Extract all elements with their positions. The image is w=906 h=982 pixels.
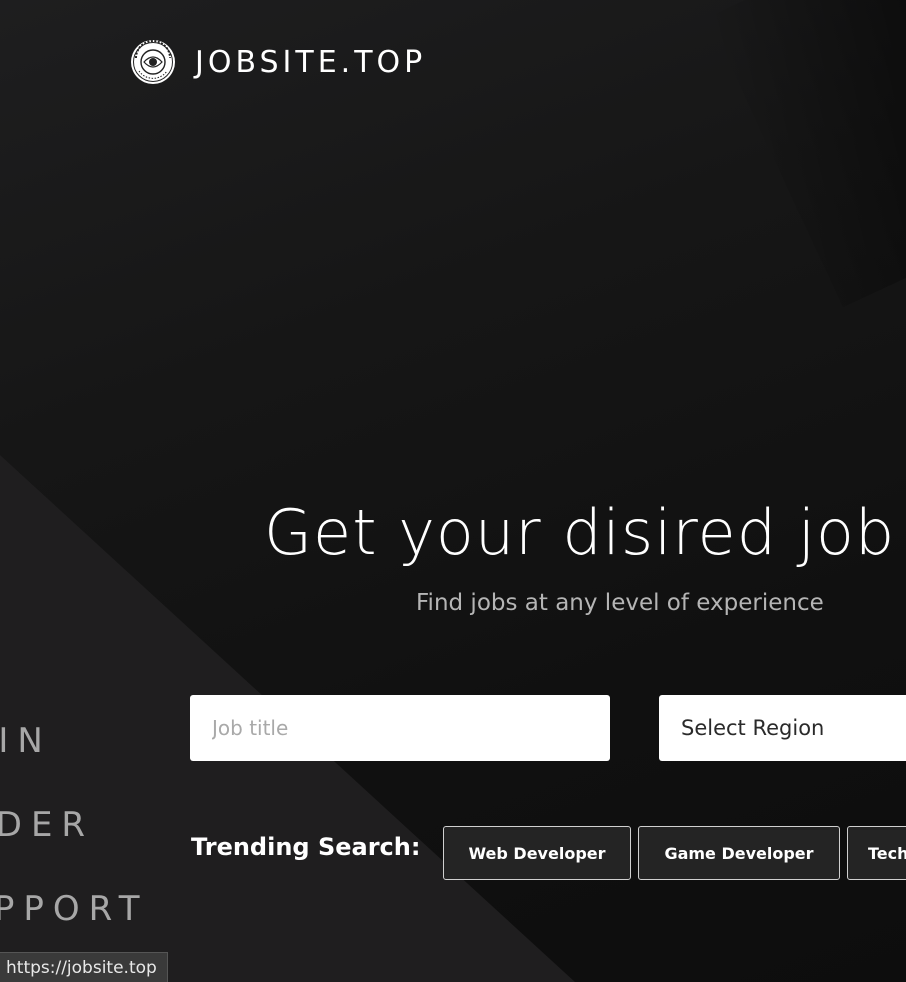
trending-search-label: Trending Search: — [191, 833, 421, 861]
region-select[interactable]: Select Region — [659, 695, 906, 761]
job-title-input[interactable] — [190, 695, 610, 761]
side-menu-item-admin[interactable]: MIN — [0, 721, 52, 761]
hero-subtitle: Find jobs at any level of experience — [416, 590, 824, 616]
region-select-value: Select Region — [681, 716, 825, 740]
side-menu-item-support[interactable]: UPPORT — [0, 889, 149, 929]
site-logo[interactable]: JOBSITE.TOP — [129, 38, 426, 86]
trending-chip-tech[interactable]: Tech — [847, 826, 906, 880]
side-menu-item-coder[interactable]: ODER — [0, 805, 94, 845]
jobsite-seal-logo-icon — [131, 40, 175, 84]
hero-title: Get your disired job — [264, 496, 896, 569]
page: JOBSITE.TOP Get your disired job Find jo… — [0, 0, 906, 982]
brand-name: JOBSITE.TOP — [195, 44, 427, 80]
trending-chip-web-developer[interactable]: Web Developer — [443, 826, 631, 880]
browser-status-url: https://jobsite.top — [0, 952, 168, 982]
trending-chip-game-developer[interactable]: Game Developer — [638, 826, 840, 880]
